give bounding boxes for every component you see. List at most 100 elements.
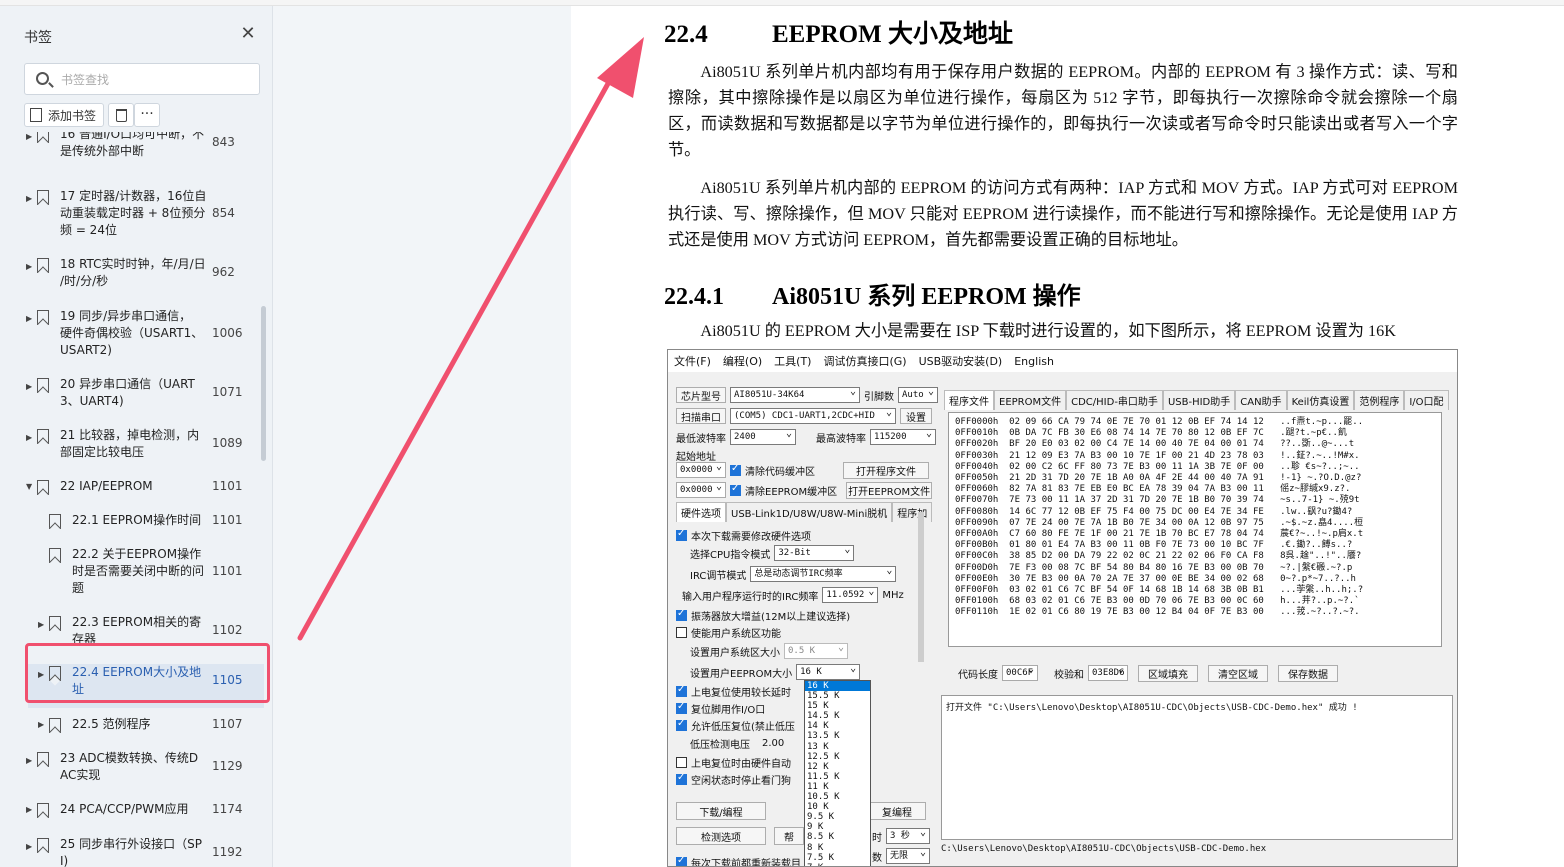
dropdown-option[interactable]: 14 K bbox=[805, 721, 870, 731]
bookmark-scrollbar[interactable] bbox=[261, 306, 266, 461]
reset-io-checkbox[interactable] bbox=[676, 701, 687, 714]
dropdown-option[interactable]: 8 K bbox=[805, 843, 870, 853]
dropdown-option[interactable]: 9 K bbox=[805, 822, 870, 832]
download-program-button[interactable]: 下载/编程 bbox=[676, 802, 766, 820]
bookmark-item[interactable]: ▶ 22.5 范例程序 1107 bbox=[0, 716, 262, 744]
tab-item[interactable]: 程序文件 bbox=[944, 390, 994, 410]
scan-port-button[interactable]: 扫描串口 bbox=[676, 408, 726, 424]
dropdown-option[interactable]: 7.5 K bbox=[805, 853, 870, 863]
dropdown-option[interactable]: 16 K bbox=[805, 681, 870, 692]
chevron-right-icon[interactable]: ▶ bbox=[26, 382, 32, 391]
bookmark-item[interactable]: 22.2 关于EEPROM操作 时是否需要关闭中断的问题 1101 bbox=[0, 546, 262, 607]
hw-auto-checkbox[interactable] bbox=[676, 756, 687, 768]
reload-checkbox[interactable] bbox=[676, 855, 687, 866]
more-options-button[interactable]: ··· bbox=[134, 103, 160, 127]
bookmark-item[interactable]: ▼ 22 IAP/EEPROM 1101 bbox=[0, 478, 262, 506]
dropdown-option[interactable]: 11.5 K bbox=[805, 772, 870, 782]
user-sys-checkbox[interactable] bbox=[676, 626, 687, 638]
dropdown-option[interactable]: 15 K bbox=[805, 701, 870, 711]
chevron-right-icon[interactable]: ▶ bbox=[26, 194, 32, 203]
clear-code-checkbox[interactable] bbox=[730, 463, 741, 476]
tab-item[interactable]: USB-HID助手 bbox=[1162, 390, 1236, 410]
modify-hw-checkbox[interactable] bbox=[676, 528, 687, 541]
detect-options-button[interactable]: 检测选项 bbox=[676, 827, 766, 845]
bookmark-item[interactable]: ▶ 23 ADC模数转换、传统D AC实现 1129 bbox=[0, 750, 262, 794]
lv-reset-checkbox[interactable] bbox=[676, 718, 687, 731]
chevron-right-icon[interactable]: ▶ bbox=[38, 620, 44, 629]
cpu-mode-select[interactable]: 32-Bit bbox=[774, 545, 855, 561]
clear-area-button[interactable]: 清空区域 bbox=[1208, 664, 1268, 682]
max-baud-select[interactable]: 115200 bbox=[870, 429, 936, 445]
chip-model-select[interactable]: AI8051U-34K64 bbox=[730, 387, 860, 403]
time-select[interactable]: 3 秒 bbox=[886, 828, 930, 844]
chevron-right-icon[interactable]: ▶ bbox=[26, 314, 32, 323]
bookmark-item[interactable]: ▶ 25 同步串行外设接口（SP I) 1192 bbox=[0, 836, 262, 867]
osc-gain-checkbox[interactable] bbox=[676, 608, 687, 621]
code-start-address-input[interactable]: 0x0000 bbox=[676, 462, 726, 478]
dropdown-option[interactable]: 7 K bbox=[805, 863, 870, 866]
dropdown-option[interactable]: 10 K bbox=[805, 802, 870, 812]
dropdown-option[interactable]: 11 K bbox=[805, 782, 870, 792]
dropdown-option[interactable]: 8.5 K bbox=[805, 832, 870, 842]
fill-area-button[interactable]: 区域填充 bbox=[1138, 664, 1198, 682]
chevron-right-icon[interactable]: ▶ bbox=[26, 756, 32, 765]
save-data-button[interactable]: 保存数据 bbox=[1278, 664, 1338, 682]
chevron-right-icon[interactable]: ▶ bbox=[26, 132, 32, 141]
dropdown-option[interactable]: 15.5 K bbox=[805, 691, 870, 701]
chevron-right-icon[interactable]: ▶ bbox=[26, 805, 32, 814]
min-baud-select[interactable]: 2400 bbox=[730, 429, 796, 445]
isp-menu-item[interactable]: 文件(F) bbox=[674, 353, 711, 369]
bookmark-item[interactable]: ▶ 16 普通I/O口均可中断，不 是传统外部中断 843 bbox=[0, 132, 262, 170]
tab-item[interactable]: Keil仿真设置 bbox=[1286, 390, 1355, 410]
tab-item[interactable]: I/O口配 bbox=[1404, 390, 1449, 410]
count-select[interactable]: 无限 bbox=[886, 848, 930, 864]
clear-eeprom-checkbox[interactable] bbox=[730, 483, 741, 496]
long-delay-checkbox[interactable] bbox=[676, 684, 687, 697]
eeprom-size-select[interactable]: 16 K bbox=[796, 664, 861, 680]
dropdown-option[interactable]: 13 K bbox=[805, 742, 870, 752]
dropdown-option[interactable]: 10.5 K bbox=[805, 792, 870, 802]
bookmark-search-input[interactable] bbox=[61, 70, 251, 90]
bookmark-item[interactable]: ▶ 18 RTC实时时钟，年/月/日/时/分/秒 962 bbox=[0, 256, 262, 300]
delete-bookmark-button[interactable] bbox=[108, 103, 134, 127]
dropdown-option[interactable]: 14.5 K bbox=[805, 711, 870, 721]
irc-mode-select[interactable]: 总是动态调节IRC频率 bbox=[750, 566, 897, 582]
chevron-right-icon[interactable]: ▶ bbox=[26, 433, 32, 442]
close-icon[interactable]: ✕ bbox=[238, 24, 258, 44]
port-select[interactable]: (COM5) CDC1-UART1,2CDC+HID bbox=[730, 408, 896, 424]
tab-item[interactable]: 硬件选项 bbox=[676, 502, 726, 522]
bookmark-item[interactable]: ▶ 24 PCA/CCP/PWM应用 1174 bbox=[0, 801, 262, 829]
bookmark-search-box[interactable] bbox=[24, 63, 260, 95]
dropdown-option[interactable]: 13.5 K bbox=[805, 731, 870, 741]
sys-size-select[interactable]: 0.5 K bbox=[784, 643, 848, 659]
bookmark-item[interactable]: ▶ 20 异步串口通信（UART 3、UART4) 1071 bbox=[0, 376, 262, 420]
dropdown-option[interactable]: 9.5 K bbox=[805, 812, 870, 822]
irc-freq-select[interactable]: 11.0592 bbox=[822, 587, 879, 603]
open-program-file-button[interactable]: 打开程序文件 bbox=[843, 461, 929, 479]
help-button[interactable]: 帮 bbox=[774, 827, 804, 845]
tab-item[interactable]: 程序加 bbox=[892, 502, 933, 522]
options-scrollbar[interactable] bbox=[918, 512, 924, 662]
tab-item[interactable]: EEPROM文件 bbox=[994, 390, 1067, 410]
bookmark-item[interactable]: ▶ 17 定时器/计数器，16位自 动重装载定时器 + 8位预分频 = 24位 854 bbox=[0, 188, 262, 249]
chevron-down-icon[interactable]: ▼ bbox=[26, 482, 32, 491]
isp-menu-item[interactable]: 调试仿真接口(G) bbox=[823, 353, 906, 369]
isp-menu-item[interactable]: 工具(T) bbox=[774, 353, 811, 369]
chevron-right-icon[interactable]: ▶ bbox=[26, 262, 32, 271]
port-settings-button[interactable]: 设置 bbox=[900, 408, 932, 424]
bookmark-item[interactable]: 22.1 EEPROM操作时间 1101 bbox=[0, 512, 262, 540]
add-bookmark-button[interactable]: 添加书签 bbox=[24, 103, 104, 127]
chevron-right-icon[interactable]: ▶ bbox=[38, 720, 44, 729]
tab-item[interactable]: 范例程序 bbox=[1354, 390, 1405, 410]
reprogram-button[interactable]: 复编程 bbox=[868, 802, 926, 820]
bookmark-item[interactable]: ▶ 21 比较器，掉电检测，内 部固定比较电压 1089 bbox=[0, 427, 262, 471]
tab-item[interactable]: USB-Link1D/U8W/U8W-Mini脱机 bbox=[726, 502, 893, 522]
tab-item[interactable]: CDC/HID-串口助手 bbox=[1066, 390, 1163, 410]
isp-menu-item[interactable]: English bbox=[1014, 355, 1054, 368]
wdt-stop-checkbox[interactable] bbox=[676, 772, 687, 785]
chevron-right-icon[interactable]: ▶ bbox=[26, 842, 32, 851]
isp-menu-item[interactable]: USB驱动安装(D) bbox=[919, 353, 1003, 369]
pins-select[interactable]: Auto bbox=[898, 387, 938, 403]
dropdown-option[interactable]: 12.5 K bbox=[805, 752, 870, 762]
open-eeprom-file-button[interactable]: 打开EEPROM文件 bbox=[846, 481, 933, 499]
